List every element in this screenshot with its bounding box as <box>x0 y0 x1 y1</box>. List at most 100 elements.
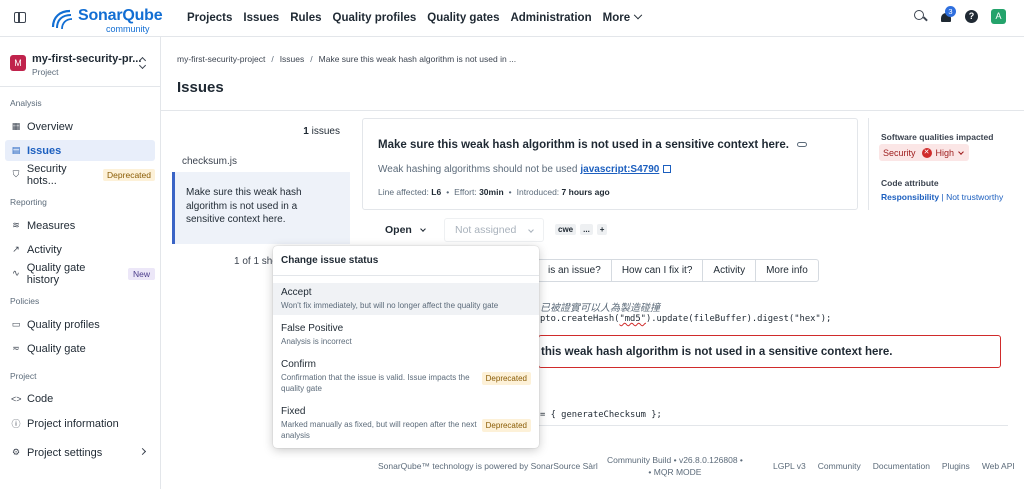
user-avatar[interactable]: A <box>991 9 1006 24</box>
project-type: Project <box>32 67 59 77</box>
sidebar-item-project-settings[interactable]: ⚙ Project settings <box>5 442 155 463</box>
issue-title-text: Make sure this weak hash algorithm is no… <box>378 139 789 151</box>
sidebar-item-code[interactable]: <> Code <box>5 388 155 409</box>
footer-link-web-api[interactable]: Web API <box>982 461 1015 471</box>
nav-projects[interactable]: Projects <box>187 12 232 24</box>
issue-card-text: Make sure this weak hash algorithm is no… <box>186 187 302 225</box>
section-project: Project <box>10 371 37 381</box>
effort-label: Effort: <box>454 187 477 197</box>
notifications-button[interactable]: 3 <box>940 6 956 23</box>
project-sidebar: M my-first-security-pr... Project Analys… <box>0 37 161 489</box>
sidebar-item-quality-profiles[interactable]: ▭ Quality profiles <box>5 314 155 335</box>
gate-icon: ≂ <box>12 343 20 353</box>
option-title: Fixed <box>281 406 306 417</box>
code-attribute[interactable]: Responsibility | Not trustworthy <box>881 192 1003 202</box>
project-selector[interactable]: M my-first-security-pr... Project <box>10 51 155 79</box>
inline-issue-box[interactable]: this weak hash algorithm is not used in … <box>538 335 1001 368</box>
add-tag-button[interactable]: + <box>596 224 608 235</box>
nav-issues[interactable]: Issues <box>243 12 279 24</box>
breadcrumb-issues[interactable]: Issues <box>280 54 305 64</box>
nav-rules[interactable]: Rules <box>290 12 321 24</box>
issue-title: Make sure this weak hash algorithm is no… <box>378 139 807 151</box>
sidebar-item-label: Overview <box>27 120 73 133</box>
help-icon[interactable]: ? <box>965 10 978 23</box>
inline-issue-message: this weak hash algorithm is not used in … <box>541 346 893 358</box>
sonarqube-logo[interactable]: SonarQube community <box>50 5 180 34</box>
code-attribute-detail: Not trustworthy <box>946 192 1004 202</box>
deprecated-badge: Deprecated <box>481 372 531 385</box>
software-qualities-panel: Software qualities impacted Security ✕ Hig… <box>868 118 1018 210</box>
option-description: Confirmation that the issue is valid. Is… <box>281 373 470 393</box>
nav-more[interactable]: More <box>603 10 643 24</box>
status-option-accept[interactable]: Accept Won't fix immediately, but will n… <box>273 283 539 315</box>
issue-meta: Line affected: L6 • Effort: 30min • Introduc… <box>378 187 610 197</box>
project-name: my-first-security-pr... <box>32 53 142 65</box>
tab-why-is-this-an-issue[interactable]: is an issue? <box>537 259 612 282</box>
sidebar-item-label: Measures <box>27 219 76 232</box>
issue-actions-row: Open Not assigned cwe ... + <box>362 218 622 242</box>
code-attribute-name: Responsibility <box>881 192 940 202</box>
link-icon[interactable] <box>796 142 807 148</box>
sidebar-item-label: Activity <box>27 243 62 256</box>
assignee-select[interactable]: Not assigned <box>444 218 544 242</box>
page-title: Issues <box>177 79 224 96</box>
sidebar-item-activity[interactable]: ↗ Activity <box>5 239 155 260</box>
nav-quality-gates[interactable]: Quality gates <box>427 12 499 24</box>
footer-links: LGPL v3 Community Documentation Plugins … <box>773 461 1015 471</box>
dropdown-header: Change issue status <box>281 255 379 266</box>
sidebar-item-project-information[interactable]: ⓘ Project information <box>5 413 155 434</box>
option-description: Won't fix immediately, but will no longe… <box>281 301 499 310</box>
footer-mode-label: MQR MODE <box>653 467 702 477</box>
footer-link-license[interactable]: LGPL v3 <box>773 461 806 471</box>
sidebar-item-label: Quality gate <box>27 342 86 355</box>
highlighted-code: "md5" <box>619 314 646 324</box>
activity-icon: ↗ <box>12 244 20 254</box>
footer-powered-by: SonarQube™ technology is powered by Sona… <box>378 461 598 471</box>
footer-link-documentation[interactable]: Documentation <box>873 461 930 471</box>
sidebar-item-label: Project information <box>27 417 119 430</box>
external-link-icon <box>663 165 672 173</box>
sidebar-item-overview[interactable]: ▦ Overview <box>5 116 155 137</box>
status-dropdown-button[interactable]: Open <box>362 218 434 242</box>
section-analysis: Analysis <box>10 98 42 108</box>
sidebar-item-issues[interactable]: ▤ Issues <box>5 140 155 161</box>
footer-build-info: Community Build • v26.8.0.126808 • • MQR… <box>607 454 743 478</box>
status-option-fixed[interactable]: Fixed Marked manually as fixed, but will… <box>273 402 539 446</box>
footer-mode: • MQR MODE <box>607 466 743 478</box>
nav-administration[interactable]: Administration <box>510 12 591 24</box>
sidebar-item-quality-gate-history[interactable]: ∿ Quality gate history New <box>5 262 155 286</box>
footer-link-community[interactable]: Community <box>818 461 861 471</box>
section-policies: Policies <box>10 296 40 306</box>
top-right-actions: 3 ? A <box>914 6 1006 24</box>
sidebar-item-security-hotspots[interactable]: ⛉ Security hots... Deprecated <box>5 163 155 187</box>
issue-card[interactable]: Make sure this weak hash algorithm is no… <box>172 172 350 244</box>
code-comment: 已被證實可以人為製造碰撞 <box>540 303 660 314</box>
meta-separator: • <box>508 187 512 197</box>
tab-how-can-i-fix-it[interactable]: How can I fix it? <box>610 259 704 282</box>
security-severity-button[interactable]: Security ✕ High <box>879 144 970 161</box>
tab-activity[interactable]: Activity <box>702 259 757 282</box>
status-value: Open <box>385 224 412 236</box>
sidebar-item-quality-gate[interactable]: ≂ Quality gate <box>5 338 155 359</box>
code-attribute-label: Code attribute <box>881 178 939 188</box>
section-reporting: Reporting <box>10 197 47 207</box>
tab-more-info[interactable]: More info <box>755 259 819 282</box>
chevron-right-icon <box>138 447 147 456</box>
effort-value: 30min <box>479 187 504 197</box>
sidebar-toggle-icon[interactable] <box>14 12 26 23</box>
status-option-confirm[interactable]: Confirm Confirmation that the issue is v… <box>273 355 539 399</box>
profile-icon: ▭ <box>11 319 21 329</box>
search-icon[interactable] <box>914 10 927 23</box>
breadcrumb: my-first-security-project / Issues / Make su… <box>177 54 516 64</box>
option-title: Confirm <box>281 359 317 370</box>
issue-count-label: issues <box>311 126 340 137</box>
code-line: = { generateChecksum }; <box>540 410 662 420</box>
sidebar-item-measures[interactable]: ≋ Measures <box>5 215 155 236</box>
rule-link[interactable]: javascript:S4790 <box>580 164 659 175</box>
history-icon: ∿ <box>12 268 20 278</box>
status-option-false-positive[interactable]: False Positive Analysis is incorrect <box>273 319 539 351</box>
breadcrumb-project[interactable]: my-first-security-project <box>177 54 265 64</box>
nav-quality-profiles[interactable]: Quality profiles <box>333 12 417 24</box>
footer-link-plugins[interactable]: Plugins <box>942 461 970 471</box>
issue-tags[interactable]: cwe ... + <box>555 224 608 235</box>
